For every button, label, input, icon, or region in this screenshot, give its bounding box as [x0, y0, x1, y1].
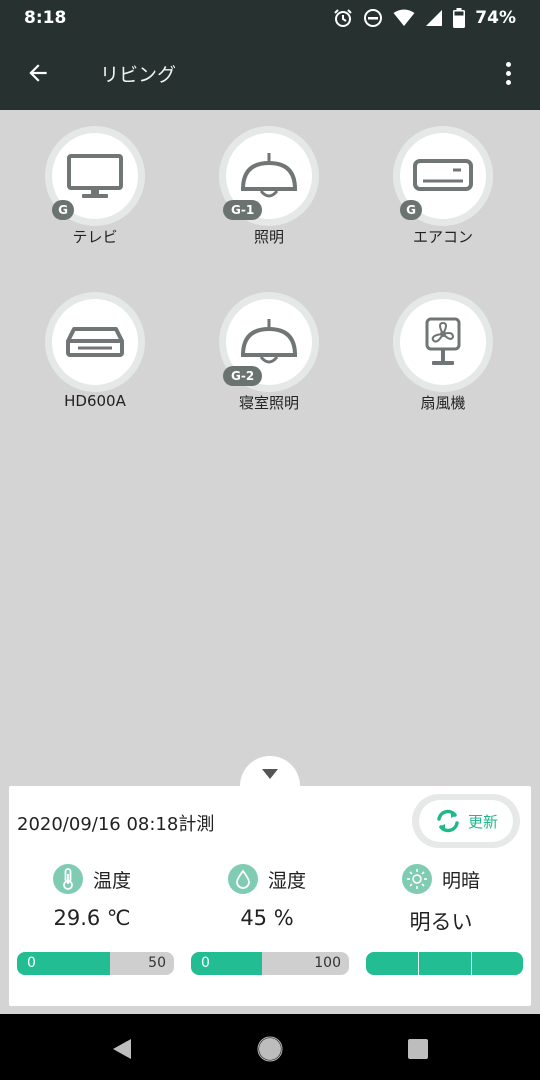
water-drop-icon: [227, 864, 258, 894]
device-icon-ring: [393, 292, 493, 392]
device-icon-ring: [45, 292, 145, 392]
device-label: エアコン: [412, 228, 473, 246]
humidity-value: 45 %: [240, 906, 294, 930]
brightness-bar-divider: [418, 952, 420, 975]
brightness-bar-divider: [470, 952, 472, 975]
device-icon-ring: G: [393, 126, 493, 226]
battery-percent: 74%: [475, 8, 516, 28]
sensor-panel: 2020/09/16 08:18計測 更新 温度 29.6 ℃ 湿度 45 % …: [9, 786, 531, 1006]
refresh-label: 更新: [467, 812, 498, 831]
humidity-bar-max: 100: [314, 955, 341, 971]
thermometer-icon: [52, 864, 83, 894]
device-tv[interactable]: G テレビ: [25, 126, 165, 276]
temperature-bar-min: 0: [27, 955, 36, 971]
device-icon-ring: G-1: [219, 126, 319, 226]
device-light[interactable]: G-1 照明: [199, 126, 339, 276]
group-badge: G: [400, 200, 422, 220]
brightness-level-fill: [366, 952, 523, 975]
page-title: リビング: [100, 63, 177, 86]
status-time: 8:18: [24, 8, 67, 28]
app-bar: リビング: [0, 36, 540, 110]
wifi-icon: [393, 9, 415, 26]
ceiling-lamp-icon: [241, 153, 297, 198]
status-icons: 74%: [333, 8, 516, 28]
ceiling-lamp-icon: [241, 319, 297, 364]
triangle-back-icon: [113, 1039, 131, 1059]
nav-recents-button[interactable]: [403, 1034, 433, 1064]
more-menu-button[interactable]: [490, 45, 526, 101]
device-label: 寝室照明: [238, 394, 299, 412]
brightness-level-bar: [366, 952, 523, 975]
alarm-icon: [334, 9, 353, 27]
nav-home-button[interactable]: [255, 1034, 285, 1064]
battery-icon: [453, 8, 466, 28]
sensor-humidity: 湿度 45 %: [187, 864, 347, 930]
chevron-down-icon: [262, 769, 278, 779]
tv-icon: [67, 154, 123, 198]
device-icon-ring: G: [45, 126, 145, 226]
group-badge: G: [52, 200, 74, 220]
measurement-timestamp: 2020/09/16 08:18計測: [17, 814, 215, 835]
fan-icon: [425, 317, 461, 365]
sensor-temperature: 温度 29.6 ℃: [12, 864, 172, 930]
status-bar: 8:18 74%: [0, 0, 540, 36]
refresh-icon: [437, 809, 459, 833]
device-label: 照明: [253, 228, 284, 246]
sensor-brightness: 明暗 明るい: [361, 864, 521, 936]
system-nav-bar: [0, 1014, 540, 1080]
back-button[interactable]: [10, 45, 66, 101]
square-recents-icon: [408, 1039, 428, 1059]
device-aircon[interactable]: G エアコン: [373, 126, 513, 276]
air-conditioner-icon: [413, 159, 473, 191]
device-bedroom-light[interactable]: G-2 寝室照明: [199, 292, 339, 442]
recorder-icon: [66, 327, 124, 357]
device-icon-ring: G-2: [219, 292, 319, 392]
arrow-back-icon: [29, 64, 47, 82]
more-vert-icon: [505, 61, 511, 67]
brightness-value: 明るい: [409, 910, 473, 934]
device-label: HD600A: [64, 392, 126, 410]
humidity-bar-min: 0: [201, 955, 210, 971]
nav-back-button[interactable]: [107, 1034, 137, 1064]
device-label: 扇風機: [420, 394, 466, 412]
signal-icon: [426, 10, 443, 26]
temperature-bar-max: 50: [148, 955, 166, 971]
sun-icon: [401, 864, 432, 894]
sensor-name: 湿度: [267, 869, 306, 892]
group-badge: G-1: [223, 200, 263, 220]
dnd-icon: [364, 9, 383, 27]
temperature-level-bar: 0 50: [17, 952, 174, 975]
refresh-button[interactable]: 更新: [412, 794, 520, 848]
temperature-value: 29.6 ℃: [53, 906, 131, 930]
sensor-name: 明暗: [441, 869, 480, 892]
sensor-name: 温度: [92, 869, 131, 892]
humidity-level-bar: 0 100: [191, 952, 349, 975]
circle-home-icon: [257, 1036, 283, 1062]
device-fan[interactable]: 扇風機: [373, 292, 513, 442]
device-hd600a[interactable]: HD600A: [25, 292, 165, 442]
group-badge: G-2: [223, 366, 263, 386]
device-label: テレビ: [72, 228, 118, 246]
